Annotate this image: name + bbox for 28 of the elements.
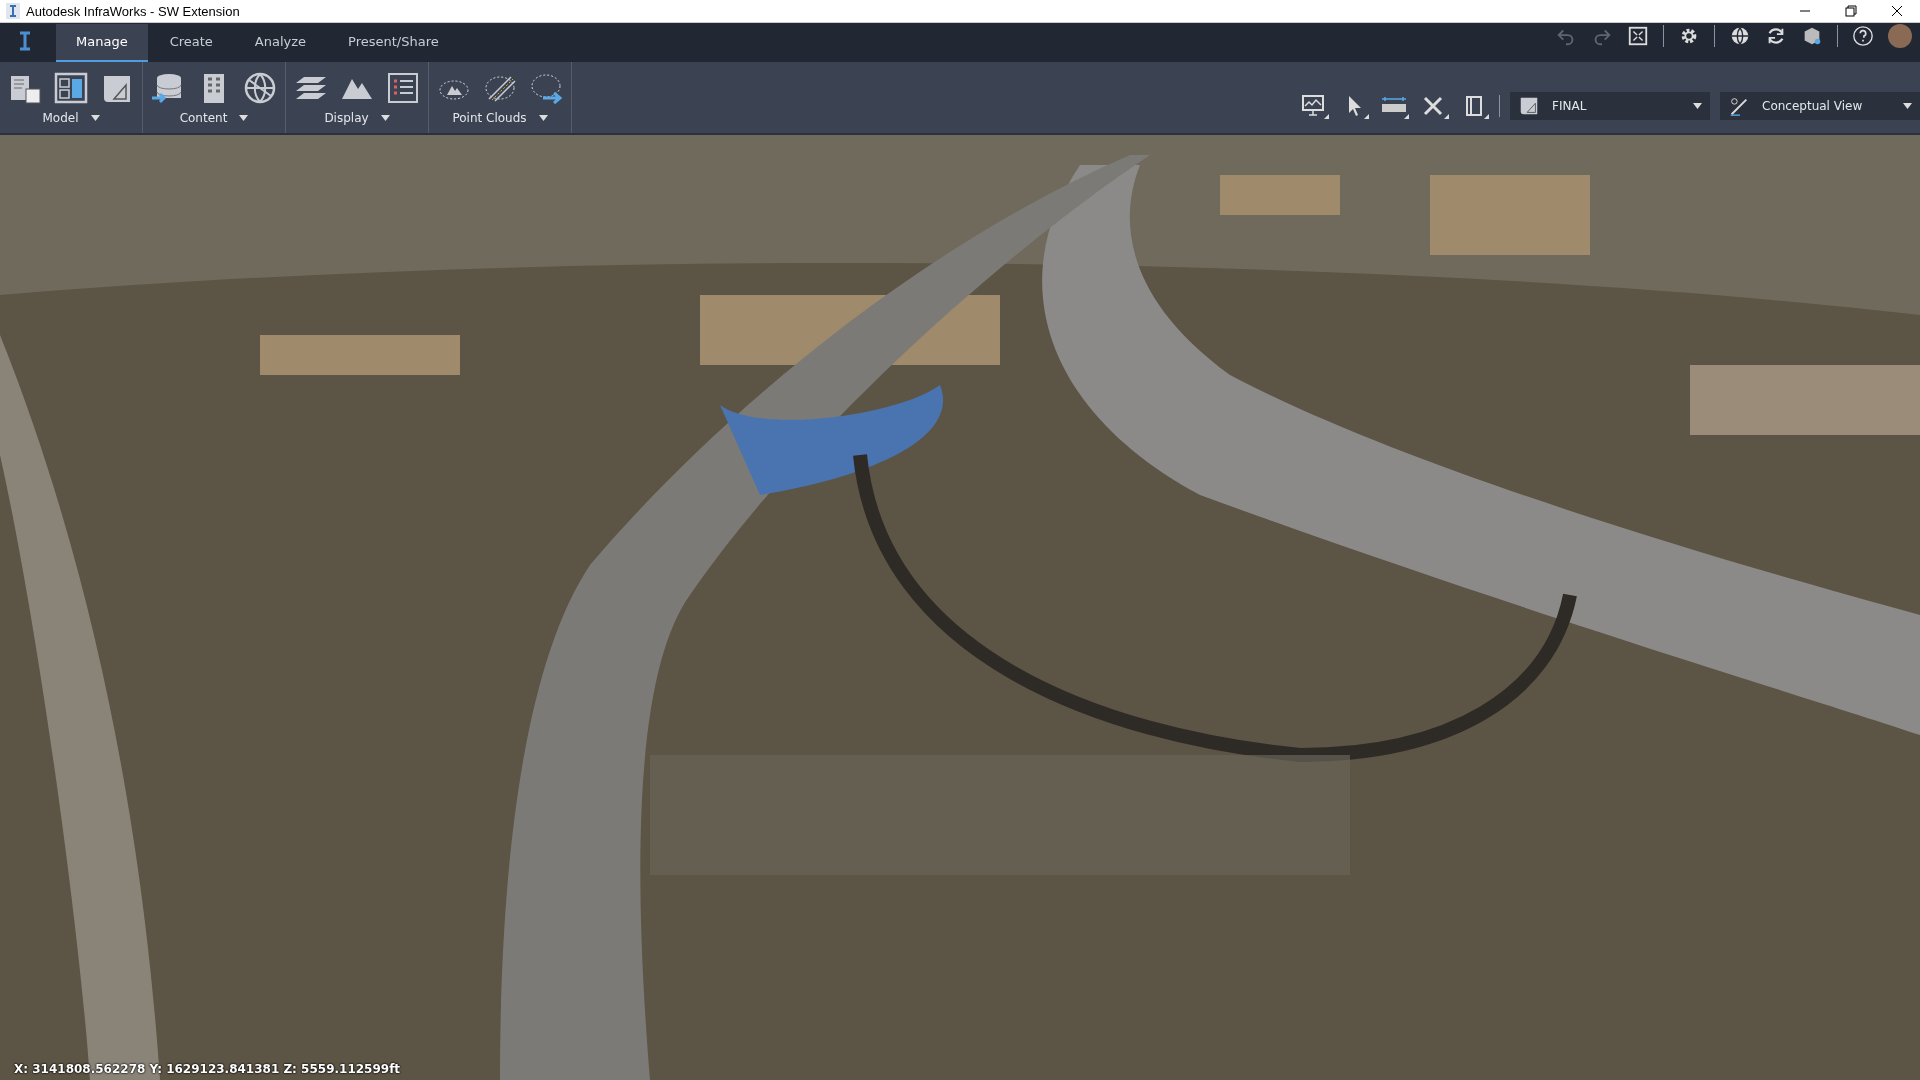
panel-label[interactable]: Point Clouds bbox=[452, 110, 527, 125]
brush-icon bbox=[1728, 95, 1750, 118]
caret-icon[interactable] bbox=[239, 114, 249, 121]
fullscreen-icon[interactable] bbox=[1627, 25, 1649, 48]
caret-icon[interactable] bbox=[538, 114, 548, 121]
caret-icon[interactable] bbox=[90, 114, 100, 121]
caret-icon bbox=[1693, 103, 1702, 110]
window-title: Autodesk InfraWorks - SW Extension bbox=[26, 3, 241, 19]
panel-label[interactable]: Display bbox=[324, 110, 369, 125]
panel-label[interactable]: Content bbox=[179, 110, 228, 125]
panel-label[interactable]: Model bbox=[42, 110, 79, 125]
dropdown[interactable]: FINAL bbox=[1510, 92, 1710, 121]
dropdown[interactable]: Conceptual View bbox=[1720, 92, 1920, 121]
globe-icon[interactable] bbox=[1729, 25, 1751, 48]
ribbon-tab[interactable]: Create bbox=[149, 23, 233, 62]
user-avatar[interactable] bbox=[1888, 24, 1912, 49]
ribbon-tab[interactable]: Analyze bbox=[234, 23, 327, 62]
caret-icon bbox=[1903, 103, 1912, 110]
help-icon[interactable] bbox=[1852, 25, 1874, 48]
monitor-chart-icon[interactable] bbox=[1299, 93, 1329, 120]
list-panel-icon[interactable] bbox=[386, 70, 420, 105]
ribbon-tab[interactable]: Manage bbox=[56, 23, 148, 62]
ribbon-tab[interactable]: Present/Share bbox=[328, 23, 459, 62]
layout-icon[interactable] bbox=[54, 70, 88, 105]
caret-icon[interactable] bbox=[380, 114, 390, 121]
coordinates-readout: X: 3141808.562278 Y: 1629123.841381 Z: 5559.112599ft bbox=[14, 1062, 401, 1076]
app-logo-icon bbox=[6, 3, 20, 19]
globe-grid-icon[interactable] bbox=[243, 70, 277, 105]
